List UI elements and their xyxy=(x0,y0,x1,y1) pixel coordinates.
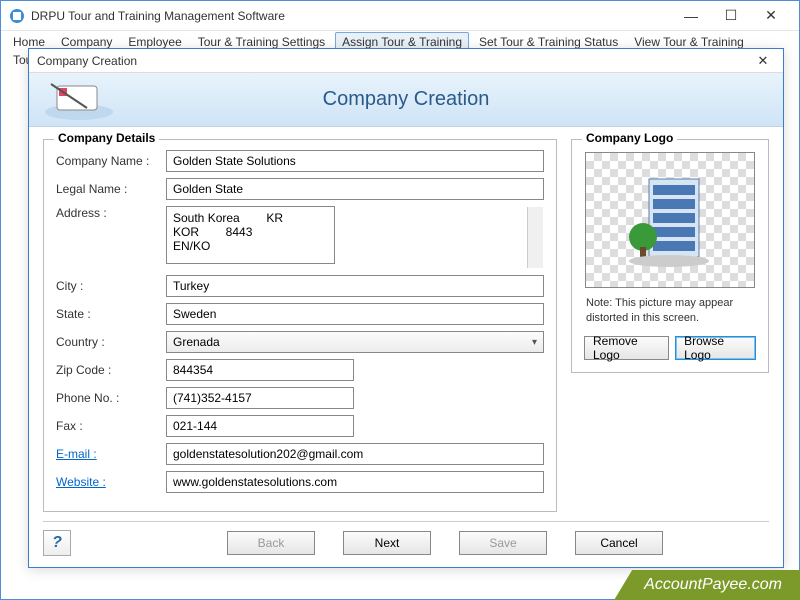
company-logo-fieldset: Company Logo Note: This picture may xyxy=(571,139,769,373)
app-icon xyxy=(9,8,25,24)
email-label[interactable]: E-mail : xyxy=(56,447,166,461)
main-title: DRPU Tour and Training Management Softwa… xyxy=(31,9,671,23)
website-label[interactable]: Website : xyxy=(56,475,166,489)
city-label: City : xyxy=(56,279,166,293)
fax-input[interactable] xyxy=(166,415,354,437)
address-label: Address : xyxy=(56,206,166,220)
phone-label: Phone No. : xyxy=(56,391,166,405)
country-select[interactable]: Grenada ▾ xyxy=(166,331,544,353)
main-titlebar: DRPU Tour and Training Management Softwa… xyxy=(1,1,799,31)
address-input[interactable] xyxy=(166,206,335,264)
fax-label: Fax : xyxy=(56,419,166,433)
company-name-input[interactable] xyxy=(166,150,544,172)
zip-input[interactable] xyxy=(166,359,354,381)
email-input[interactable] xyxy=(166,443,544,465)
city-input[interactable] xyxy=(166,275,544,297)
close-button[interactable]: ✕ xyxy=(751,2,791,30)
chevron-down-icon: ▾ xyxy=(532,337,537,348)
browse-logo-button[interactable]: Browse Logo xyxy=(675,336,756,360)
save-button[interactable]: Save xyxy=(459,531,547,555)
modal-footer: ? Back Next Save Cancel xyxy=(43,521,769,557)
back-button[interactable]: Back xyxy=(227,531,315,555)
country-value: Grenada xyxy=(173,335,220,349)
modal-title: Company Creation xyxy=(37,54,751,68)
address-scrollbar[interactable] xyxy=(527,207,543,268)
logo-note: Note: This picture may appear distorted … xyxy=(586,296,754,326)
legal-name-input[interactable] xyxy=(166,178,544,200)
maximize-button[interactable]: ☐ xyxy=(711,2,751,30)
legal-name-label: Legal Name : xyxy=(56,182,166,196)
zip-label: Zip Code : xyxy=(56,363,166,377)
cancel-button[interactable]: Cancel xyxy=(575,531,663,555)
company-name-label: Company Name : xyxy=(56,154,166,168)
building-icon xyxy=(615,165,725,275)
watermark: AccountPayee.com xyxy=(614,570,800,600)
remove-logo-button[interactable]: Remove Logo xyxy=(584,336,669,360)
company-details-legend: Company Details xyxy=(54,131,159,145)
country-label: Country : xyxy=(56,335,166,349)
state-label: State : xyxy=(56,307,166,321)
modal-close-button[interactable]: ✕ xyxy=(751,51,775,71)
website-input[interactable] xyxy=(166,471,544,493)
state-input[interactable] xyxy=(166,303,544,325)
phone-input[interactable] xyxy=(166,387,354,409)
banner-title: Company Creation xyxy=(29,88,783,111)
company-details-fieldset: Company Details Company Name : Legal Nam… xyxy=(43,139,557,512)
minimize-button[interactable]: — xyxy=(671,2,711,30)
help-button[interactable]: ? xyxy=(43,530,71,556)
company-logo-legend: Company Logo xyxy=(582,131,677,145)
modal-banner: Company Creation xyxy=(29,73,783,127)
company-creation-modal: Company Creation ✕ Company Creation Comp… xyxy=(28,48,784,568)
logo-preview xyxy=(585,152,755,288)
watermark-text: AccountPayee.com xyxy=(614,570,800,600)
next-button[interactable]: Next xyxy=(343,531,431,555)
